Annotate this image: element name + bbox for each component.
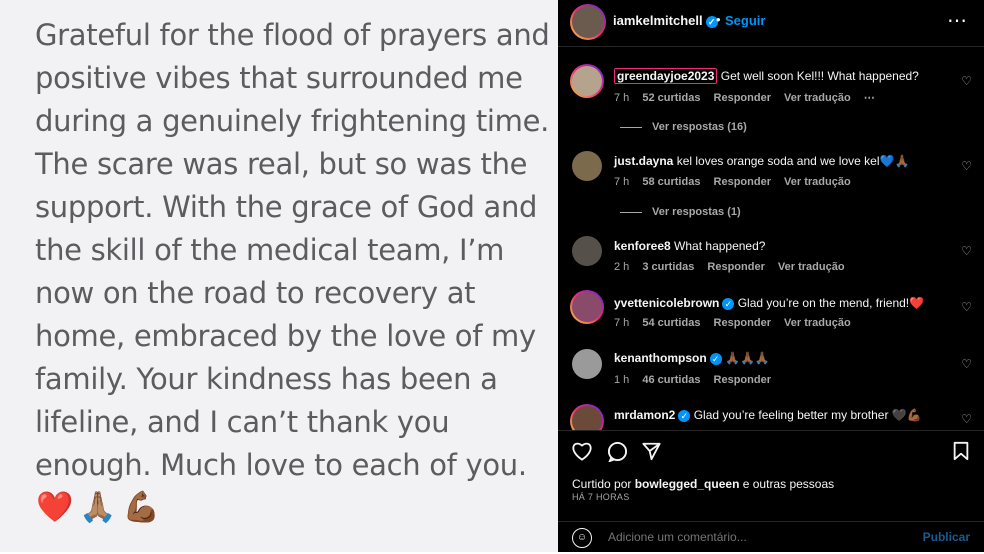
translate-button[interactable]: Ver tradução xyxy=(784,317,851,329)
comment-text: Glad you’re on the mend, friend!❤️ xyxy=(737,296,925,310)
comment-text-line: kenanthompson ✓ 🙏🏾🙏🏾🙏🏾 xyxy=(614,351,770,365)
comment-like-icon[interactable]: ♡ xyxy=(961,357,972,371)
commenter-avatar[interactable] xyxy=(572,406,602,430)
comment-username[interactable]: kenanthompson xyxy=(614,351,707,365)
commenter-avatar[interactable] xyxy=(572,236,602,266)
comment-text: 🙏🏾🙏🏾🙏🏾 xyxy=(725,351,770,365)
comment-likes[interactable]: 46 curtidas xyxy=(642,374,700,386)
comment-text-line: mrdamon2 ✓ Glad you’re feeling better my … xyxy=(614,408,922,422)
emoji-icon[interactable]: ☺ xyxy=(572,528,592,548)
comment-text-line: yvettenicolebrown ✓ Glad you’re on the me… xyxy=(614,296,924,310)
translate-button[interactable]: Ver tradução xyxy=(784,92,851,104)
comment-meta: 1 h 46 curtidas Responder xyxy=(614,374,781,386)
comment-username[interactable]: greendayjoe2023 xyxy=(614,68,718,84)
view-replies-button[interactable]: Ver respostas (16) xyxy=(620,121,747,133)
follow-button[interactable]: Seguir xyxy=(725,13,765,28)
comment-likes[interactable]: 3 curtidas xyxy=(642,261,694,273)
comment-like-icon[interactable]: ♡ xyxy=(961,244,972,258)
praying-hands-emoji: 🙏🏽 xyxy=(79,491,117,524)
comment-like-icon[interactable]: ♡ xyxy=(961,74,972,88)
author-username[interactable]: iamkelmitchell ✓ xyxy=(613,13,718,28)
comment-like-icon[interactable]: ♡ xyxy=(961,412,972,426)
author-avatar[interactable] xyxy=(572,6,604,38)
comment-more-icon[interactable]: ⋯ xyxy=(864,92,875,104)
comment-meta: 7 h 52 curtidas Responder Ver tradução ⋯ xyxy=(614,91,885,104)
comment-text: What happened? xyxy=(674,239,766,253)
comment-icon[interactable] xyxy=(607,441,628,468)
comment-time: 7 h xyxy=(614,176,630,188)
comment-username[interactable]: yvettenicolebrown xyxy=(614,296,719,310)
replies-line xyxy=(620,126,642,128)
post-image: Grateful for the flood of prayers and po… xyxy=(0,0,558,552)
reply-button[interactable]: Responder xyxy=(707,261,764,273)
comment-meta: 7 h 54 curtidas Responder Ver tradução xyxy=(614,317,861,329)
comment-likes[interactable]: 52 curtidas xyxy=(642,92,700,104)
comment-likes[interactable]: 54 curtidas xyxy=(642,317,700,329)
liked-by-text: Curtido por bowlegged_queen e outras pes… xyxy=(572,477,835,491)
comment-item: mrdamon2 ✓ Glad you’re feeling better my … xyxy=(558,404,984,430)
post-time: HÁ 7 HORAS xyxy=(572,492,630,502)
reply-button[interactable]: Responder xyxy=(714,317,771,329)
comment-username[interactable]: kenforee8 xyxy=(614,239,671,253)
post-header: iamkelmitchell ✓ • Seguir ⋯ xyxy=(558,0,984,47)
comment-text-line: greendayjoe2023 Get well soon Kel!!! Wha… xyxy=(614,68,919,84)
comment-meta: 7 h 58 curtidas Responder Ver tradução xyxy=(614,176,861,188)
comments-panel: iamkelmitchell ✓ • Seguir ⋯ greendayjoe20… xyxy=(558,0,984,552)
comment-text-line: kenforee8 What happened? xyxy=(614,239,765,253)
commenter-avatar[interactable] xyxy=(572,151,602,181)
comment-text: kel loves orange soda and we love kel💙🙏🏾 xyxy=(676,154,910,168)
comment-time: 7 h xyxy=(614,317,630,329)
comment-like-icon[interactable]: ♡ xyxy=(961,159,972,173)
comment-time: 1 h xyxy=(614,374,630,386)
post-actions: Curtido por bowlegged_queen e outras pes… xyxy=(558,430,984,553)
more-options-icon[interactable]: ⋯ xyxy=(947,8,968,33)
reply-button[interactable]: Responder xyxy=(714,176,771,188)
header-separator: • xyxy=(716,12,721,27)
post-emoji-row: ❤️ 🙏🏽 💪🏾 xyxy=(36,490,160,526)
liked-by-user[interactable]: bowlegged_queen xyxy=(635,477,740,491)
instagram-post-view: Grateful for the flood of prayers and po… xyxy=(0,0,984,552)
verified-icon: ✓ xyxy=(722,297,735,310)
share-icon[interactable] xyxy=(641,441,662,467)
comment-time: 7 h xyxy=(614,92,630,104)
comment-time: 2 h xyxy=(614,261,630,273)
comment-text: Get well soon Kel!!! What happened? xyxy=(720,69,919,83)
comment-like-icon[interactable]: ♡ xyxy=(961,300,972,314)
reply-button[interactable]: Responder xyxy=(714,92,771,104)
publish-button[interactable]: Publicar xyxy=(923,530,970,544)
flexed-biceps-emoji: 💪🏾 xyxy=(122,491,161,524)
add-comment-bar: ☺ Publicar xyxy=(558,521,984,554)
red-heart-emoji: ❤️ xyxy=(36,491,74,524)
commenter-avatar[interactable] xyxy=(572,292,602,322)
comment-username[interactable]: mrdamon2 xyxy=(614,408,675,422)
commenter-avatar[interactable] xyxy=(572,349,602,379)
verified-icon: ✓ xyxy=(709,352,722,365)
post-message-text: Grateful for the flood of prayers and po… xyxy=(35,18,550,482)
view-replies-button[interactable]: Ver respostas (1) xyxy=(620,206,741,218)
comment-text: Glad you’re feeling better my brother 🖤💪… xyxy=(693,408,922,422)
commenter-avatar[interactable] xyxy=(572,66,602,96)
verified-icon: ✓ xyxy=(678,409,691,422)
comment-text-line: just.dayna kel loves orange soda and we … xyxy=(614,154,909,168)
translate-button[interactable]: Ver tradução xyxy=(784,176,851,188)
save-icon[interactable] xyxy=(952,441,970,467)
translate-button[interactable]: Ver tradução xyxy=(778,261,845,273)
replies-line xyxy=(620,211,642,213)
comment-likes[interactable]: 58 curtidas xyxy=(642,176,700,188)
comment-meta: 2 h 3 curtidas Responder Ver tradução xyxy=(614,261,855,273)
reply-button[interactable]: Responder xyxy=(714,374,771,386)
comment-username[interactable]: just.dayna xyxy=(614,154,673,168)
like-icon[interactable] xyxy=(571,441,593,467)
comment-input[interactable] xyxy=(606,529,890,545)
